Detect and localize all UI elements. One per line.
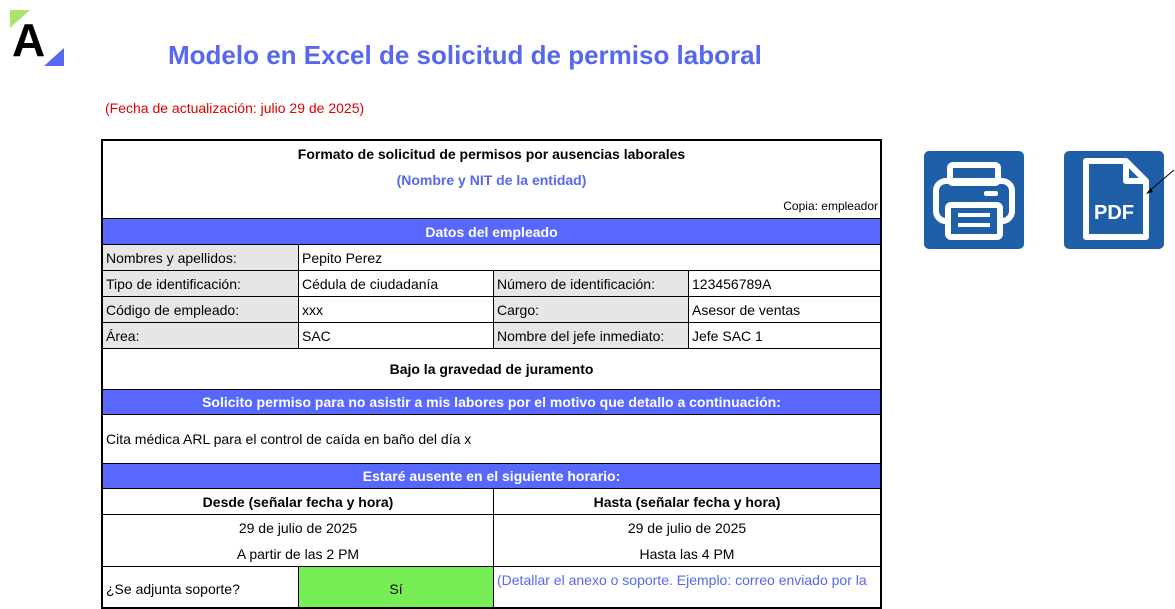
update-note: (Fecha de actualización: julio 29 de 202… (105, 100, 365, 116)
employee-section-header: Datos del empleado (103, 218, 880, 245)
reason-section-header: Solicito permiso para no asistir a mis l… (103, 389, 880, 415)
area-value[interactable]: SAC (299, 323, 494, 349)
logo-letter: A (12, 14, 45, 66)
role-label: Cargo: (494, 297, 689, 323)
area-label: Área: (103, 323, 299, 349)
employee-code-value[interactable]: xxx (299, 297, 494, 323)
permission-form: Formato de solicitud de permisos por aus… (101, 139, 882, 609)
boss-value[interactable]: Jefe SAC 1 (689, 323, 880, 349)
name-value[interactable]: Pepito Perez (299, 245, 880, 271)
connector-arrow (1146, 169, 1175, 194)
support-label: ¿Se adjunta soporte? (103, 567, 299, 607)
copy-note: Copia: empleador (783, 199, 878, 213)
id-type-label: Tipo de identificación: (103, 271, 299, 297)
pdf-button[interactable]: PDF (1064, 151, 1164, 249)
name-label: Nombres y apellidos: (103, 245, 299, 271)
to-date[interactable]: 29 de julio de 2025 (494, 515, 880, 541)
support-detail[interactable]: (Detallar el anexo o soporte. Ejemplo: c… (494, 567, 880, 607)
form-heading: Formato de solicitud de permisos por aus… (297, 146, 686, 162)
pdf-file-icon: PDF (1083, 158, 1149, 240)
page-title: Modelo en Excel de solicitud de permiso … (168, 40, 762, 70)
oath-statement: Bajo la gravedad de juramento (389, 361, 594, 377)
reason-text[interactable]: Cita médica ARL para el control de caída… (103, 415, 880, 463)
brand-logo: A (8, 8, 66, 66)
role-value[interactable]: Asesor de ventas (689, 297, 880, 323)
id-number-label: Número de identificación: (494, 271, 689, 297)
support-value[interactable]: Sí (299, 567, 494, 607)
id-number-value[interactable]: 123456789A (689, 271, 880, 297)
printer-icon (933, 162, 1015, 240)
to-time[interactable]: Hasta las 4 PM (494, 541, 880, 567)
entity-placeholder: (Nombre y NIT de la entidad) (396, 172, 587, 188)
id-type-value[interactable]: Cédula de ciudadanía (299, 271, 494, 297)
from-header: Desde (señalar fecha y hora) (103, 489, 494, 515)
schedule-section-header: Estaré ausente en el siguiente horario: (103, 463, 880, 489)
from-date[interactable]: 29 de julio de 2025 (103, 515, 494, 541)
print-button[interactable] (924, 151, 1024, 249)
from-time[interactable]: A partir de las 2 PM (103, 541, 494, 567)
employee-code-label: Código de empleado: (103, 297, 299, 323)
to-header: Hasta (señalar fecha y hora) (494, 489, 880, 515)
pdf-label: PDF (1094, 202, 1134, 224)
boss-label: Nombre del jefe inmediato: (494, 323, 689, 349)
